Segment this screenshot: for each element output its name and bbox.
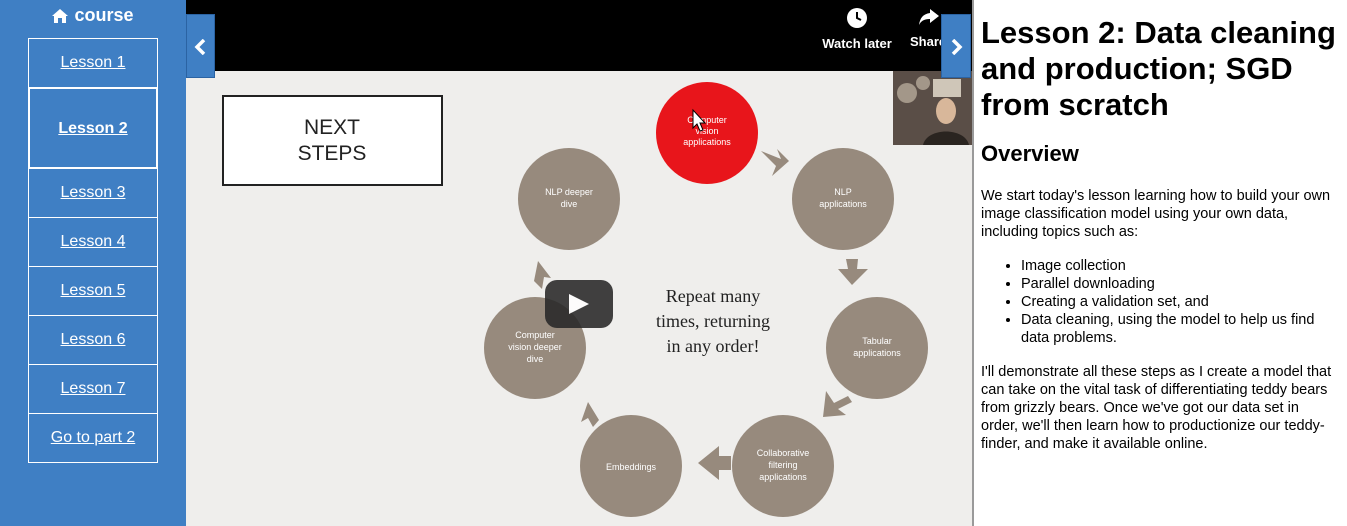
chevron-right-icon [951, 39, 963, 55]
node-nlp-line-2: applications [819, 199, 867, 209]
closing-paragraph: I'll demonstrate all these steps as I cr… [981, 364, 1332, 452]
node-nlp-deeper-line-1: NLP deeper [545, 187, 593, 197]
play-icon [569, 294, 589, 314]
lesson-title: Lesson 2: Data cleaning and production; … [981, 15, 1336, 122]
course-title-label: course [74, 5, 134, 25]
course-sidebar: course Lesson 1 Lesson 2 Lesson 3 Lesson… [0, 0, 186, 526]
previous-lesson-button[interactable] [186, 14, 215, 78]
home-icon [52, 7, 69, 28]
intro-paragraph: We start today's lesson learning how to … [981, 188, 1331, 240]
topic-item: Parallel downloading [1021, 275, 1341, 293]
overview-heading: Overview [981, 141, 1079, 166]
node-nlp-deeper-line-2: dive [561, 199, 578, 209]
clock-icon [847, 8, 867, 28]
center-text-line-1: Repeat many [666, 286, 760, 306]
go-to-part-2-link[interactable]: Go to part 2 [28, 413, 158, 463]
lesson-list: Lesson 1 Lesson 2 Lesson 3 Lesson 4 Less… [28, 38, 158, 463]
watch-later-button[interactable]: Watch later [816, 7, 898, 51]
next-steps-box [222, 95, 443, 186]
lesson-link-7[interactable]: Lesson 7 [28, 364, 158, 414]
lesson-link-1[interactable]: Lesson 1 [28, 38, 158, 88]
watch-later-label: Watch later [822, 36, 892, 51]
center-text-line-3: in any order! [667, 336, 760, 356]
lesson-link-3[interactable]: Lesson 3 [28, 168, 158, 218]
lesson-notes: Lesson 2: Data cleaning and production; … [981, 15, 1341, 453]
node-cv-deeper-line-2: vision deeper [508, 342, 562, 352]
next-steps-line-1: NEXT [304, 116, 360, 139]
node-collab-line-3: applications [759, 472, 807, 482]
next-lesson-button[interactable] [941, 14, 971, 78]
presenter-webcam-thumbnail [893, 71, 972, 145]
play-button[interactable] [545, 280, 613, 328]
lesson-link-2[interactable]: Lesson 2 [28, 87, 158, 169]
topic-list: Image collection Parallel downloading Cr… [1021, 257, 1341, 347]
node-computer-vision-line-3: applications [683, 137, 731, 147]
topic-item: Image collection [1021, 257, 1341, 275]
node-tabular-line-1: Tabular [862, 336, 892, 346]
node-embeddings-line-1: Embeddings [606, 462, 657, 472]
node-cv-deeper-line-1: Computer [515, 330, 555, 340]
node-nlp-line-1: NLP [834, 187, 852, 197]
next-steps-line-2: STEPS [298, 142, 367, 165]
lesson-link-5[interactable]: Lesson 5 [28, 266, 158, 316]
share-arrow-icon [919, 9, 939, 25]
topic-item: Data cleaning, using the model to help u… [1021, 311, 1341, 347]
center-text-line-2: times, returning [656, 311, 770, 331]
lesson-link-4[interactable]: Lesson 4 [28, 217, 158, 267]
lesson-link-6[interactable]: Lesson 6 [28, 315, 158, 365]
course-title[interactable]: course [0, 5, 186, 28]
node-tabular-line-2: applications [853, 348, 901, 358]
node-collab-line-2: filtering [768, 460, 797, 470]
panel-divider[interactable] [972, 0, 974, 526]
chevron-left-icon [194, 39, 206, 55]
node-cv-deeper-line-3: dive [527, 354, 544, 364]
topic-item: Creating a validation set, and [1021, 293, 1341, 311]
video-player[interactable]: Watch later Share NEXT STEPS Computer vi… [186, 0, 972, 526]
node-collab-line-1: Collaborative [757, 448, 810, 458]
